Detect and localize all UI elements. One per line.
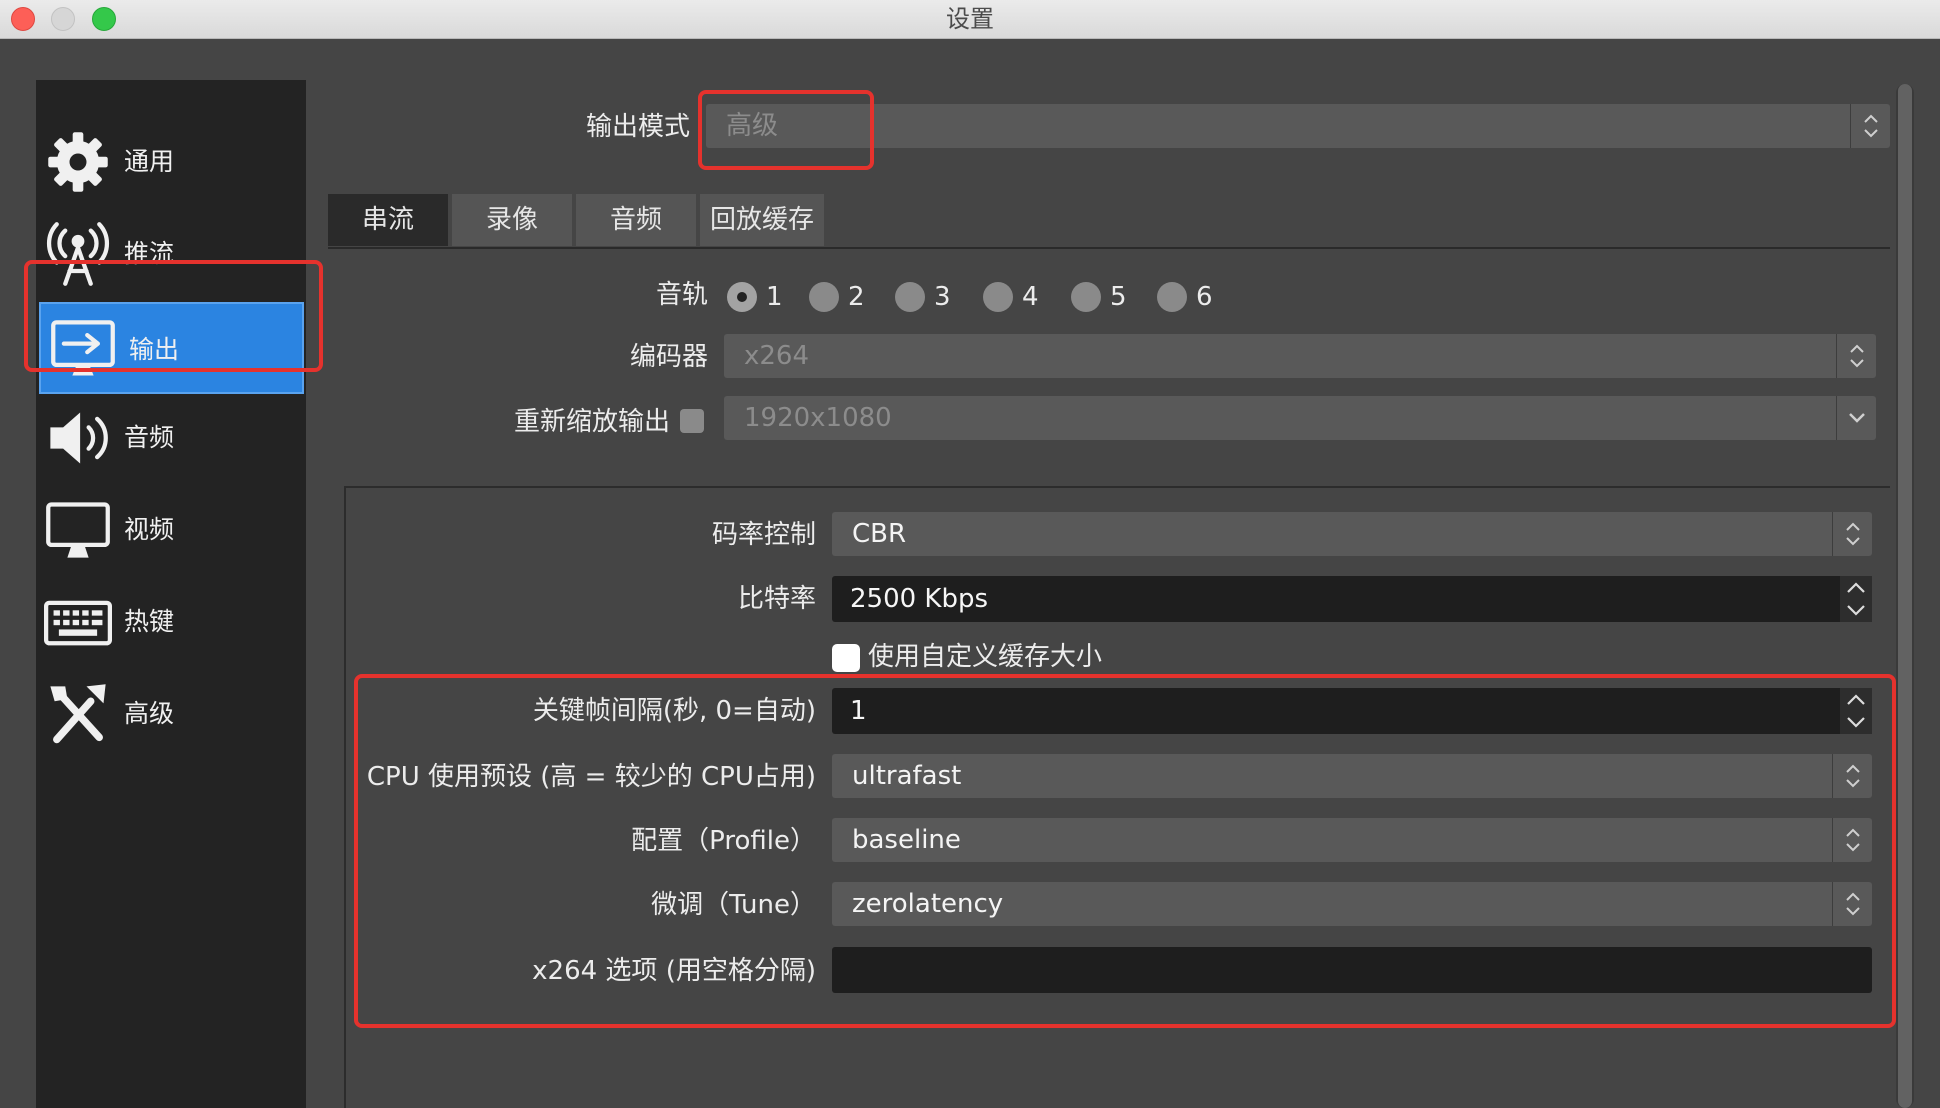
keyboard-icon	[44, 600, 112, 646]
updown-chevron-icon	[1850, 104, 1890, 148]
window-title: 设置	[946, 5, 994, 33]
rescale-output-checkbox[interactable]	[680, 409, 704, 433]
audio-track-radio-4[interactable]: 4	[983, 280, 1043, 314]
custom-buffer-label: 使用自定义缓存大小	[868, 642, 1103, 672]
rate-control-select[interactable]: CBR	[832, 512, 1872, 556]
radio-label: 4	[1022, 282, 1039, 312]
stepper-arrows-icon[interactable]	[1840, 576, 1872, 622]
updown-chevron-icon	[1836, 334, 1876, 378]
chevron-down-icon	[1836, 396, 1876, 440]
highlight-box-output-mode	[698, 90, 874, 170]
tools-icon	[50, 684, 106, 744]
sidebar-item-audio[interactable]: 音频	[36, 392, 306, 484]
tab-stream[interactable]: 串流	[328, 194, 448, 246]
radio-label: 3	[934, 282, 951, 312]
output-mode-label: 输出模式	[585, 112, 690, 142]
tab-bar-divider	[328, 247, 1890, 249]
sidebar-item-label: 视频	[124, 515, 175, 544]
rescale-resolution-value: 1920x1080	[744, 403, 892, 433]
sidebar-item-video[interactable]: 视频	[36, 484, 306, 576]
radio-label: 6	[1196, 282, 1213, 312]
sidebar-item-label: 通用	[124, 147, 175, 176]
tab-audio[interactable]: 音频	[576, 194, 696, 246]
highlight-box-output	[24, 260, 323, 372]
output-mode-select[interactable]: 高级	[706, 104, 1890, 148]
sidebar-item-label: 高级	[124, 699, 175, 728]
encoder-label: 编码器	[629, 342, 708, 372]
speaker-icon	[50, 412, 108, 464]
audio-track-radio-5[interactable]: 5	[1071, 280, 1131, 314]
rate-control-value: CBR	[852, 519, 907, 549]
custom-buffer-checkbox[interactable]	[832, 644, 860, 672]
rescale-output-label: 重新缩放输出	[513, 407, 670, 437]
scrollbar-thumb[interactable]	[1898, 84, 1912, 1108]
audio-track-radio-2[interactable]: 2	[809, 280, 869, 314]
encoder-value: x264	[744, 341, 810, 371]
tab-replay-buffer[interactable]: 回放缓存	[700, 194, 824, 246]
audio-track-label: 音轨	[655, 280, 708, 310]
radio-label: 2	[848, 282, 865, 312]
audio-track-radio-group: 1 2 3 4 5 6	[727, 280, 1227, 314]
audio-track-radio-1[interactable]: 1	[727, 280, 787, 314]
audio-track-radio-3[interactable]: 3	[895, 280, 955, 314]
encoder-select[interactable]: x264	[724, 334, 1876, 378]
radio-label: 1	[766, 282, 783, 312]
rate-control-label: 码率控制	[711, 520, 816, 550]
updown-chevron-icon	[1832, 512, 1872, 556]
sidebar-item-label: 音频	[124, 423, 175, 452]
scrollbar-track[interactable]	[1896, 84, 1914, 1108]
bitrate-value: 2500 Kbps	[850, 584, 989, 614]
audio-track-radio-6[interactable]: 6	[1157, 280, 1217, 314]
bitrate-spinbox[interactable]: 2500 Kbps	[832, 576, 1872, 622]
radio-label: 5	[1110, 282, 1127, 312]
sidebar-item-general[interactable]: 通用	[36, 116, 306, 208]
gear-icon	[48, 132, 108, 192]
tab-recording[interactable]: 录像	[452, 194, 572, 246]
rescale-resolution-select[interactable]: 1920x1080	[724, 396, 1876, 440]
settings-sidebar: 通用 推流 输出 音频 视频 热键 高级	[36, 80, 306, 1108]
sidebar-item-label: 热键	[124, 607, 175, 636]
radio-selected-dot	[737, 292, 747, 302]
sidebar-item-advanced[interactable]: 高级	[36, 668, 306, 760]
sidebar-item-hotkeys[interactable]: 热键	[36, 576, 306, 668]
monitor-icon	[46, 502, 110, 558]
highlight-box-encoder-params	[354, 674, 1896, 1028]
bitrate-label: 比特率	[737, 584, 816, 614]
